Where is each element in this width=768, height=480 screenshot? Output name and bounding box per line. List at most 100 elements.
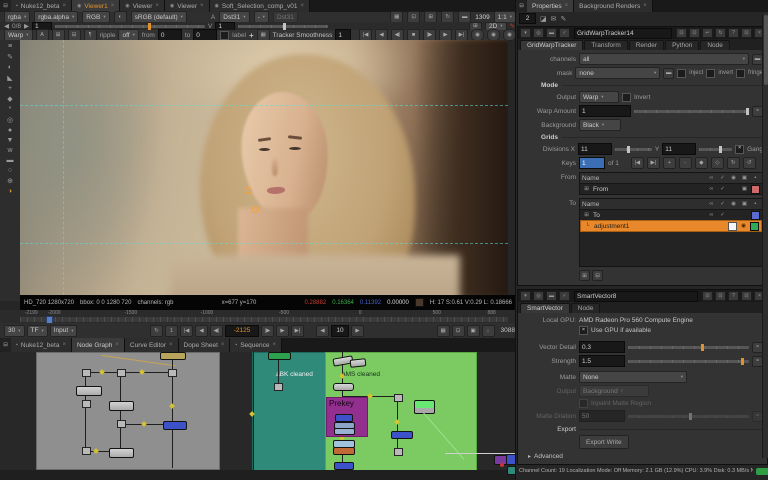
pane-menu-icon[interactable]: ⊟ <box>516 0 527 12</box>
strength-input[interactable]: 1.5 <box>579 355 625 367</box>
toolbox-keyer-icon[interactable]: ○ <box>8 167 12 174</box>
undock-button[interactable]: ⊡ <box>741 28 752 38</box>
help-button[interactable]: ? <box>728 28 739 38</box>
mask-extra-button[interactable]: ▬ <box>663 68 674 79</box>
node-dot[interactable] <box>394 394 403 402</box>
tab-node[interactable]: Node <box>700 40 730 50</box>
node-gray[interactable] <box>109 448 134 458</box>
link-icon[interactable]: ∞ <box>707 212 716 218</box>
help-button[interactable]: ? <box>728 291 739 301</box>
tab-curve-editor[interactable]: Curve Editor× <box>125 338 179 352</box>
advanced-label[interactable]: Advanced <box>534 453 563 460</box>
node-color-button[interactable]: ▾ <box>520 28 531 38</box>
divisions-y-input[interactable]: 11 <box>662 143 696 155</box>
step-forward-button[interactable]: |▶ <box>261 325 274 337</box>
node-blue[interactable] <box>391 431 413 439</box>
output-dropdown[interactable]: Warp▾ <box>579 91 619 103</box>
invert-warp-checkbox[interactable] <box>622 93 631 102</box>
invert-mask-checkbox[interactable] <box>706 69 715 78</box>
gain-slider[interactable] <box>55 25 205 28</box>
play-backward-button[interactable]: ◀ <box>195 325 208 337</box>
node-teal-small[interactable] <box>507 466 515 475</box>
undock-button[interactable]: ⊡ <box>741 291 752 301</box>
postage-stamp-icon[interactable]: ✉ <box>551 15 557 23</box>
check-icon[interactable]: ✓ <box>718 212 727 218</box>
center-node-button[interactable]: ⊡ <box>702 291 713 301</box>
node-check-button[interactable]: ✓ <box>559 28 570 38</box>
fps-dropdown[interactable]: 30▾ <box>4 325 25 337</box>
inject-checkbox[interactable] <box>677 69 686 78</box>
label-checkbox[interactable] <box>220 31 229 40</box>
toolbox-deep-icon[interactable]: ◎ <box>7 116 13 124</box>
viewer-range-icon[interactable]: ▦ <box>437 325 450 337</box>
advanced-expander-icon[interactable]: ▸ <box>528 453 531 460</box>
tracker-point[interactable] <box>252 206 259 213</box>
close-icon[interactable]: × <box>643 3 647 9</box>
vector-detail-slider[interactable] <box>628 346 749 349</box>
tab-render[interactable]: Render <box>629 40 664 50</box>
adjustment-checkbox[interactable] <box>728 222 737 231</box>
gamma-slider[interactable] <box>238 25 328 28</box>
node-graph[interactable]: aBK cleaned aMS cleaned Prekey <box>0 352 515 480</box>
move-handle-icon[interactable]: + <box>249 31 254 40</box>
node-hide-button[interactable]: ▬ <box>546 291 557 301</box>
reload-button[interactable]: ↻ <box>715 28 726 38</box>
key-next-button[interactable]: ▶| <box>647 157 660 169</box>
node-orange[interactable] <box>333 447 355 455</box>
node-dot[interactable] <box>82 400 91 408</box>
toolbox-time-icon[interactable]: ◐ <box>8 64 12 71</box>
tab-transform[interactable]: Transform <box>584 40 627 50</box>
jump-back-button[interactable]: ◀ <box>316 325 329 337</box>
node-name-input[interactable]: SmartVector8 <box>574 291 698 302</box>
toolbox-menu-icon[interactable]: ≡ <box>8 43 12 50</box>
node-dot[interactable] <box>117 369 126 377</box>
tab-properties[interactable]: Properties× <box>527 0 574 12</box>
close-icon[interactable]: × <box>565 3 569 9</box>
warp-amount-slider[interactable] <box>634 110 749 113</box>
toolbox-3d-icon[interactable]: ◆ <box>7 95 12 103</box>
node-name-input[interactable]: GridWarpTracker14 <box>574 28 672 39</box>
node-gray[interactable] <box>109 401 134 411</box>
jump-forward-button[interactable]: ▶ <box>351 325 364 337</box>
to-grid-row[interactable]: ⊞ To ∞ ✓ <box>580 210 762 220</box>
clear-panels-icon[interactable]: ✎ <box>561 15 567 23</box>
tracker-point[interactable] <box>245 187 252 194</box>
key-add-button[interactable]: + <box>663 157 676 169</box>
close-icon[interactable]: × <box>62 342 66 348</box>
toolbox-translate-icon[interactable]: + <box>8 85 12 92</box>
toolbox-merge-icon[interactable]: ● <box>8 127 12 134</box>
node-blue[interactable] <box>335 414 353 422</box>
tab-nuke12-beta-dag[interactable]: ▪Nuke12_beta× <box>11 338 72 352</box>
max-panels-input[interactable]: 2 <box>519 13 536 24</box>
warp-amount-input[interactable]: 1 <box>579 105 631 117</box>
range-source-dropdown[interactable]: Input▾ <box>50 325 78 337</box>
adjustment-row-selected[interactable]: └ adjustment1 ◉ <box>580 220 762 232</box>
adjustment-color-swatch[interactable] <box>750 222 759 231</box>
close-icon[interactable]: × <box>111 3 115 9</box>
pane-menu-icon[interactable]: ⊟ <box>0 338 11 352</box>
close-icon[interactable]: × <box>200 3 204 9</box>
fringe-checkbox[interactable] <box>736 69 745 78</box>
global-range-icon[interactable]: ⊡ <box>452 325 465 337</box>
revert-button[interactable]: ↩ <box>702 28 713 38</box>
vector-detail-input[interactable]: 0.3 <box>579 341 625 353</box>
goto-end-button[interactable]: ▶| <box>291 325 304 337</box>
pin-panels-icon[interactable]: ◪ <box>540 15 547 23</box>
scrollbar-thumb[interactable] <box>764 15 768 85</box>
key-delete-button[interactable]: - <box>679 157 692 169</box>
key-copy-button[interactable]: ↻ <box>727 157 740 169</box>
viewer-image[interactable] <box>20 40 508 295</box>
close-icon[interactable]: × <box>221 342 225 348</box>
step-back-button[interactable]: ◀| <box>210 325 223 337</box>
close-icon[interactable]: × <box>272 342 276 348</box>
node-gray-tilted[interactable] <box>350 358 367 368</box>
key-reset-button[interactable]: ↺ <box>743 157 756 169</box>
channels-value-dropdown[interactable]: all▾ <box>579 53 749 65</box>
gang-checkbox[interactable]: × <box>735 145 744 154</box>
timeline[interactable]: -2199 -2000 -1500 -1000 -500 0 500 888 <box>0 310 515 323</box>
float-panel-button[interactable]: ⊡ <box>715 291 726 301</box>
mask-value-dropdown[interactable]: none▾ <box>575 67 660 79</box>
tab-smartvector[interactable]: SmartVector <box>520 303 570 313</box>
toolbox-draw-icon[interactable]: ✎ <box>7 53 13 61</box>
toolbox-toolsets-icon[interactable]: ◑ <box>8 188 12 195</box>
